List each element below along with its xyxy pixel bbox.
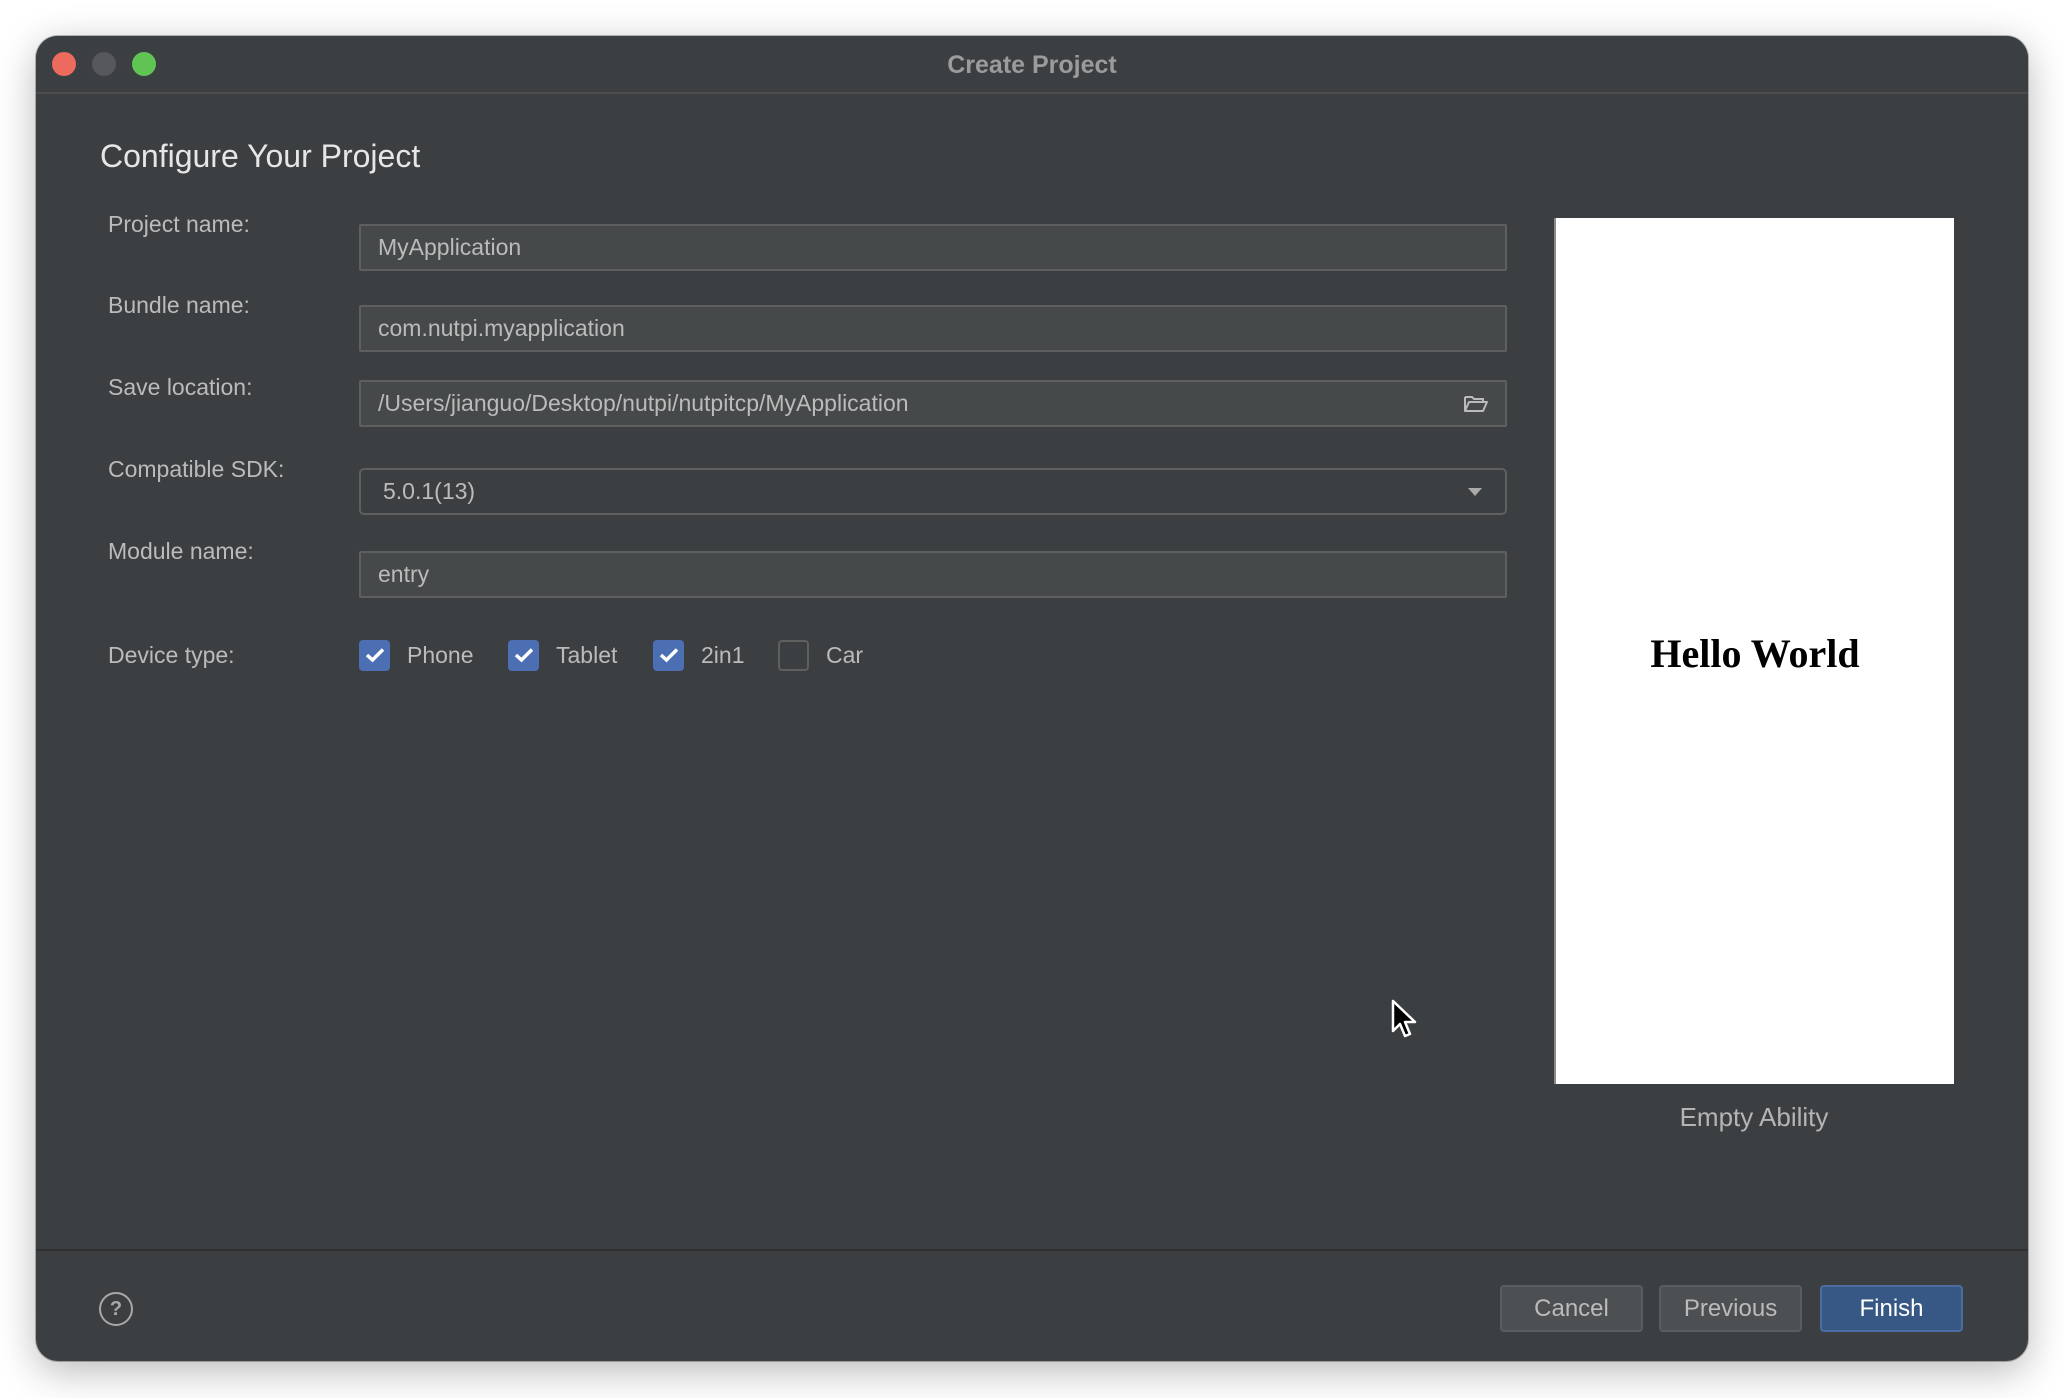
check-icon <box>659 648 678 663</box>
project-name-label: Project name: <box>108 211 250 237</box>
preview-hello-world: Hello World <box>1650 631 1860 676</box>
bundle-name-input[interactable]: com.nutpi.myapplication <box>359 305 1507 352</box>
bundle-name-label: Bundle name: <box>108 292 250 318</box>
device-type-label: Device type: <box>108 642 235 668</box>
module-name-label: Module name: <box>108 538 254 564</box>
previous-button[interactable]: Previous <box>1659 1285 1802 1332</box>
help-glyph: ? <box>109 1297 123 1320</box>
help-icon[interactable]: ? <box>99 1292 133 1326</box>
checkbox-checked[interactable] <box>508 639 539 671</box>
folder-open-icon[interactable] <box>1463 382 1489 425</box>
check-icon <box>365 648 384 663</box>
template-preview: Hello World <box>1554 218 1954 1084</box>
compatible-sdk-label: Compatible SDK: <box>108 456 285 482</box>
chevron-down-icon <box>1467 470 1483 513</box>
mouse-cursor-icon <box>1391 999 1421 1043</box>
checkbox-unchecked[interactable] <box>778 639 809 671</box>
module-name-value: entry <box>378 561 430 587</box>
checkbox-checked[interactable] <box>653 639 684 671</box>
finish-button[interactable]: Finish <box>1820 1285 1963 1332</box>
save-location-label: Save location: <box>108 374 253 400</box>
device-phone-label: Phone <box>407 641 474 668</box>
template-name: Empty Ability <box>1679 1102 1829 1132</box>
title-bar: Create Project <box>36 36 2028 94</box>
device-phone-checkbox[interactable]: Phone <box>359 639 474 671</box>
page-title: Configure Your Project <box>100 138 421 174</box>
save-location-input[interactable]: /Users/jianguo/Desktop/nutpi/nutpitcp/My… <box>359 380 1507 427</box>
compatible-sdk-value: 5.0.1(13) <box>383 478 476 504</box>
create-project-dialog: Create Project Configure Your Project Pr… <box>36 36 2028 1361</box>
save-location-value: /Users/jianguo/Desktop/nutpi/nutpitcp/My… <box>378 390 909 416</box>
check-icon <box>514 648 533 663</box>
device-tablet-checkbox[interactable]: Tablet <box>508 639 617 671</box>
device-2in1-label: 2in1 <box>701 641 745 668</box>
project-name-input[interactable]: MyApplication <box>359 224 1507 271</box>
project-name-value: MyApplication <box>378 234 522 260</box>
checkbox-checked[interactable] <box>359 639 390 671</box>
cancel-button[interactable]: Cancel <box>1500 1285 1643 1332</box>
device-car-label: Car <box>826 641 864 668</box>
module-name-input[interactable]: entry <box>359 551 1507 598</box>
device-2in1-checkbox[interactable]: 2in1 <box>653 639 744 671</box>
device-car-checkbox[interactable]: Car <box>778 639 863 671</box>
footer-divider <box>36 1249 2028 1251</box>
device-tablet-label: Tablet <box>556 641 618 668</box>
window-title: Create Project <box>947 51 1117 79</box>
compatible-sdk-dropdown[interactable]: 5.0.1(13) <box>359 468 1507 515</box>
bundle-name-value: com.nutpi.myapplication <box>378 315 625 341</box>
